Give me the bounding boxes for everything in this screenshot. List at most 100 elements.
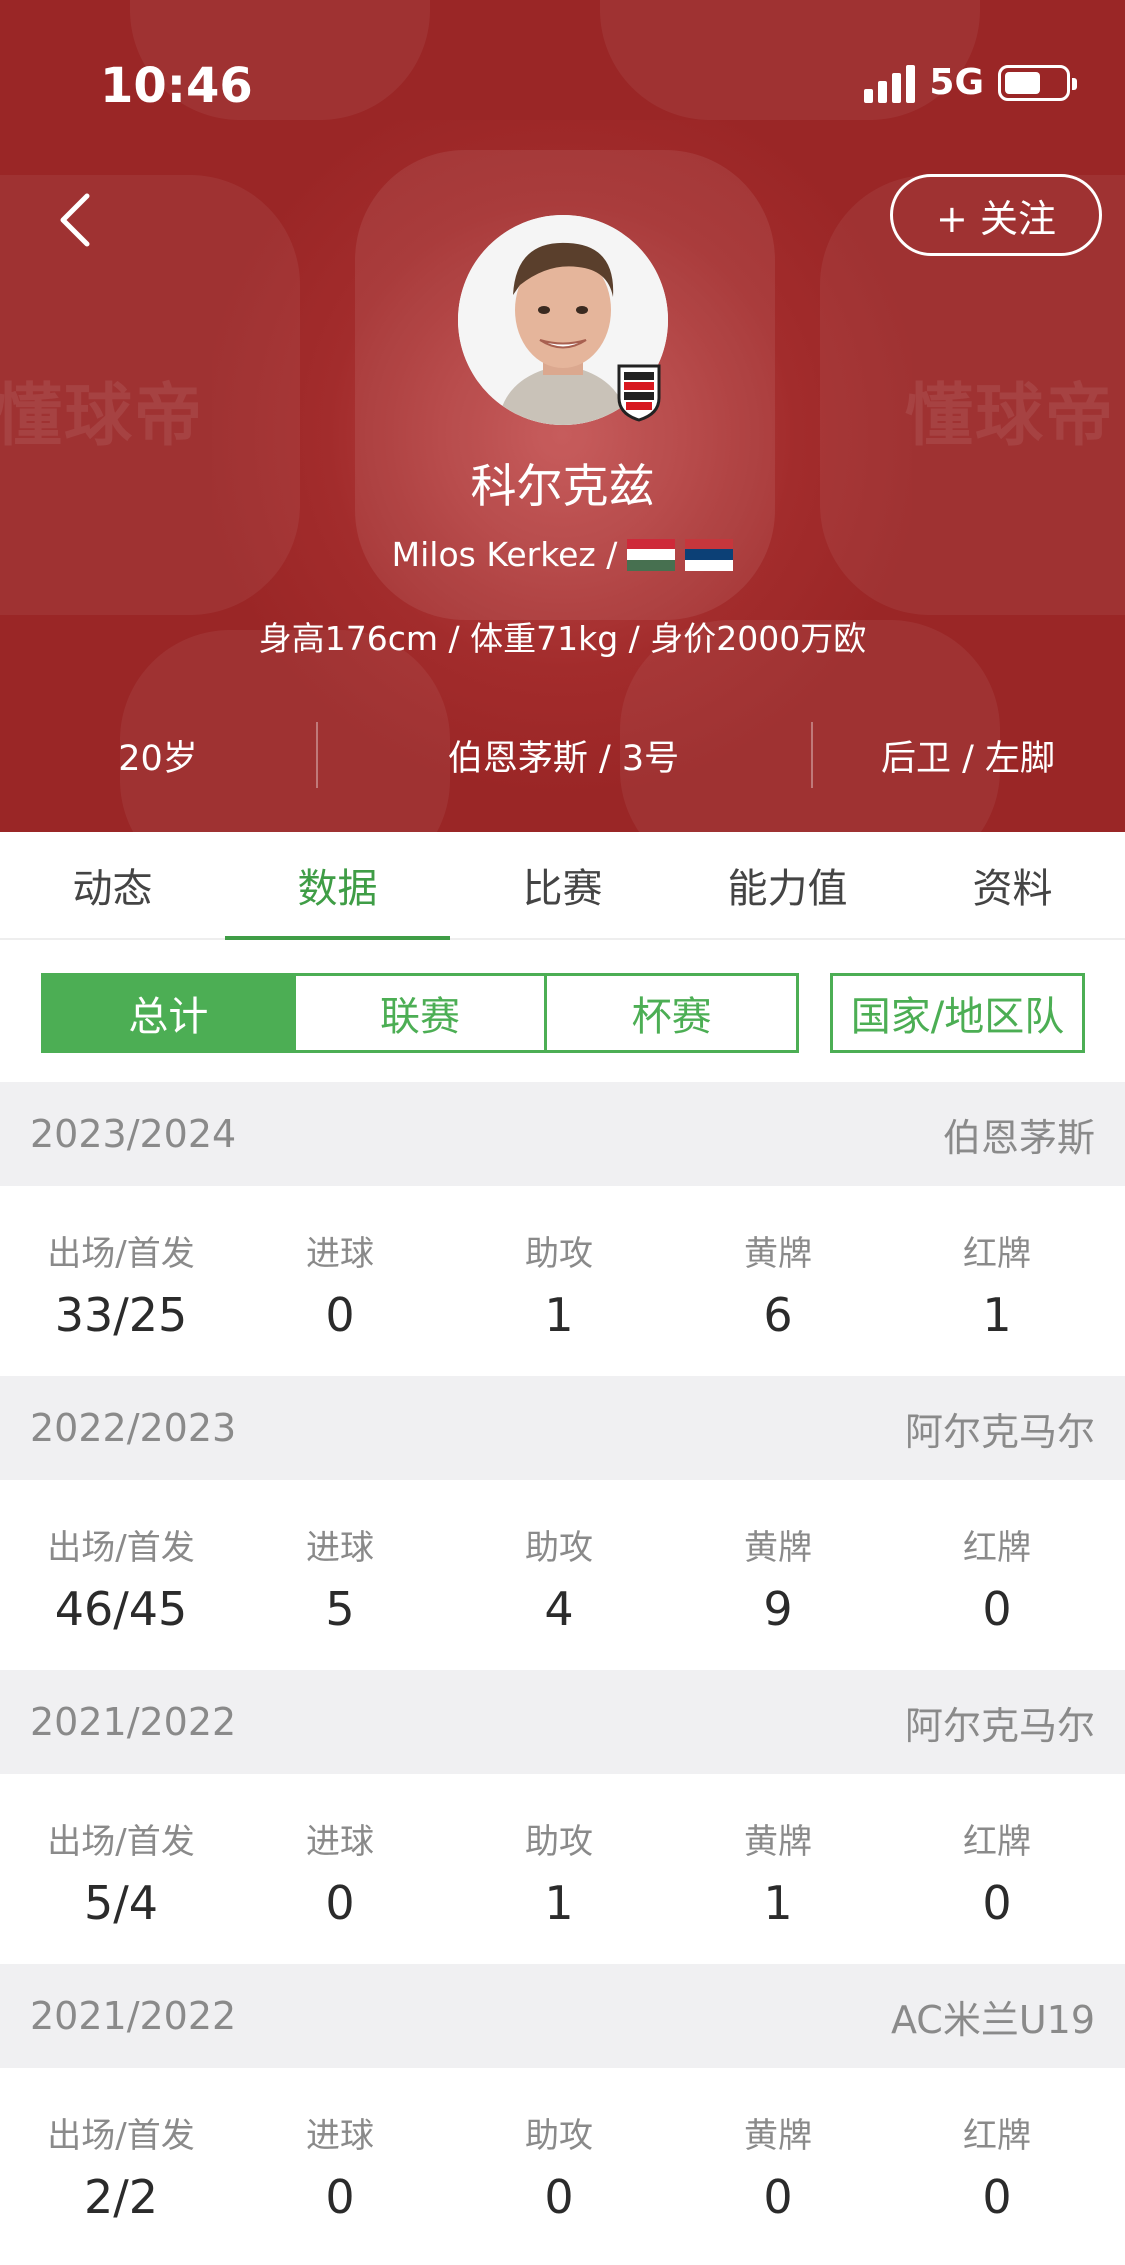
stat-label: 助攻 [525, 1234, 593, 1274]
stat-apps-starts: 出场/首发 46/45 [11, 1480, 231, 1670]
season-team[interactable]: 阿尔克马尔 [905, 1376, 1095, 1480]
profile-tabs: 动态 数据 比赛 能力值 资料 [0, 832, 1125, 940]
stat-apps-starts: 出场/首发 33/25 [11, 1186, 231, 1376]
stat-label: 出场/首发 [47, 1234, 195, 1274]
tab-matches[interactable]: 比赛 [450, 832, 675, 938]
season-header: 2023/2024 伯恩茅斯 [0, 1082, 1125, 1186]
stat-goals: 进球 5 [230, 1480, 450, 1670]
segment-league[interactable]: 联赛 [292, 976, 545, 1050]
segment-cup[interactable]: 杯赛 [544, 976, 796, 1050]
stat-value: 0 [325, 2170, 355, 2224]
tab-news[interactable]: 动态 [0, 832, 225, 938]
stat-apps-starts: 出场/首发 2/2 [11, 2068, 231, 2258]
stat-apps-starts: 出场/首发 5/4 [11, 1774, 231, 1964]
stat-value: 0 [982, 2170, 1012, 2224]
season-header: 2021/2022 AC米兰U19 [0, 1964, 1125, 2068]
stat-label: 助攻 [525, 1822, 593, 1862]
stat-goals: 进球 0 [230, 1774, 450, 1964]
stat-label: 出场/首发 [47, 2116, 195, 2156]
stat-label: 出场/首发 [47, 1528, 195, 1568]
status-indicators: 5G [864, 62, 1077, 103]
tab-profile[interactable]: 资料 [900, 832, 1125, 938]
stat-goals: 进球 0 [230, 2068, 450, 2258]
follow-button[interactable]: + 关注 [890, 174, 1102, 256]
stat-label: 黄牌 [744, 1234, 812, 1274]
stat-yellow-cards: 黄牌 6 [668, 1186, 888, 1376]
stat-goals: 进球 0 [230, 1186, 450, 1376]
season-stats: 出场/首发 33/25 进球 0 助攻 1 黄牌 6 红牌 1 [0, 1186, 1125, 1376]
season-team[interactable]: AC米兰U19 [891, 1964, 1095, 2068]
season-stats: 出场/首发 46/45 进球 5 助攻 4 黄牌 9 红牌 0 [0, 1480, 1125, 1670]
stat-label: 进球 [306, 1234, 374, 1274]
tab-ability[interactable]: 能力值 [675, 832, 900, 938]
segment-total[interactable]: 总计 [44, 976, 293, 1050]
season-year: 2021/2022 [30, 1994, 237, 2038]
player-club-number[interactable]: 伯恩茅斯 / 3号 [316, 722, 811, 788]
stat-assists: 助攻 1 [449, 1186, 669, 1376]
stat-label: 助攻 [525, 1528, 593, 1568]
stat-value: 5 [325, 1582, 355, 1636]
season-team[interactable]: 阿尔克马尔 [905, 1670, 1095, 1774]
stat-label: 黄牌 [744, 2116, 812, 2156]
battery-icon [998, 64, 1077, 101]
club-badge-icon [617, 364, 661, 422]
player-physical-info: 身高176cm / 体重71kg / 身价2000万欧 [258, 619, 867, 658]
stat-yellow-cards: 黄牌 0 [668, 2068, 888, 2258]
stat-label: 出场/首发 [47, 1822, 195, 1862]
stat-value: 1 [763, 1876, 793, 1930]
season-stats: 出场/首发 2/2 进球 0 助攻 0 黄牌 0 红牌 0 [0, 2068, 1125, 2258]
stat-value: 0 [982, 1582, 1012, 1636]
stat-value: 0 [763, 2170, 793, 2224]
stat-value: 33/25 [54, 1288, 188, 1342]
player-age: 20岁 [118, 738, 198, 779]
stat-assists: 助攻 0 [449, 2068, 669, 2258]
stat-value: 4 [544, 1582, 574, 1636]
season-stats: 出场/首发 5/4 进球 0 助攻 1 黄牌 1 红牌 0 [0, 1774, 1125, 1964]
watermark-logo: 懂球帝 [0, 377, 205, 456]
stat-yellow-cards: 黄牌 1 [668, 1774, 888, 1964]
stat-label: 进球 [306, 1528, 374, 1568]
stat-value: 9 [763, 1582, 793, 1636]
stat-red-cards: 红牌 0 [887, 1774, 1107, 1964]
stat-value: 46/45 [54, 1582, 188, 1636]
player-english-name-row: Milos Kerkez / [0, 535, 1125, 574]
hungary-flag-icon [627, 538, 676, 571]
national-team-button[interactable]: 国家/地区队 [830, 973, 1085, 1053]
stat-value: 2/2 [83, 2170, 159, 2224]
stat-label: 红牌 [963, 1234, 1031, 1274]
stat-value: 0 [544, 2170, 574, 2224]
tab-stats[interactable]: 数据 [225, 832, 450, 940]
stat-label: 红牌 [963, 1528, 1031, 1568]
player-name: 科尔克兹 [470, 459, 655, 513]
season-year: 2021/2022 [30, 1700, 237, 1744]
stat-value: 0 [325, 1288, 355, 1342]
serbia-flag-icon [685, 538, 734, 571]
stat-red-cards: 红牌 1 [887, 1186, 1107, 1376]
season-year: 2022/2023 [30, 1406, 237, 1450]
stat-value: 0 [325, 1876, 355, 1930]
stat-label: 红牌 [963, 2116, 1031, 2156]
stat-value: 1 [544, 1876, 574, 1930]
stat-red-cards: 红牌 0 [887, 1480, 1107, 1670]
season-team[interactable]: 伯恩茅斯 [943, 1082, 1095, 1186]
stats-filter: 总计 联赛 杯赛 国家/地区队 [0, 940, 1125, 1082]
competition-segmented-control: 总计 联赛 杯赛 [41, 973, 799, 1053]
stat-label: 黄牌 [744, 1822, 812, 1862]
player-english-name: Milos Kerkez / [391, 535, 618, 574]
back-arrow-icon[interactable] [55, 190, 95, 250]
player-info-row: 20岁 伯恩茅斯 / 3号 后卫 / 左脚 [0, 722, 1125, 788]
stat-yellow-cards: 黄牌 9 [668, 1480, 888, 1670]
player-header: 懂球帝 懂球帝 10:46 5G + 关注 科尔克兹 Milos Kerkez … [0, 0, 1125, 832]
watermark-logo: 懂球帝 [905, 377, 1116, 456]
player-position-foot: 后卫 / 左脚 [880, 738, 1056, 779]
stat-label: 助攻 [525, 2116, 593, 2156]
stat-value: 5/4 [83, 1876, 159, 1930]
stat-value: 0 [982, 1876, 1012, 1930]
season-header: 2021/2022 阿尔克马尔 [0, 1670, 1125, 1774]
stat-assists: 助攻 1 [449, 1774, 669, 1964]
season-header: 2022/2023 阿尔克马尔 [0, 1376, 1125, 1480]
stat-assists: 助攻 4 [449, 1480, 669, 1670]
network-label: 5G [929, 62, 984, 103]
stat-value: 1 [544, 1288, 574, 1342]
signal-icon [864, 63, 916, 103]
